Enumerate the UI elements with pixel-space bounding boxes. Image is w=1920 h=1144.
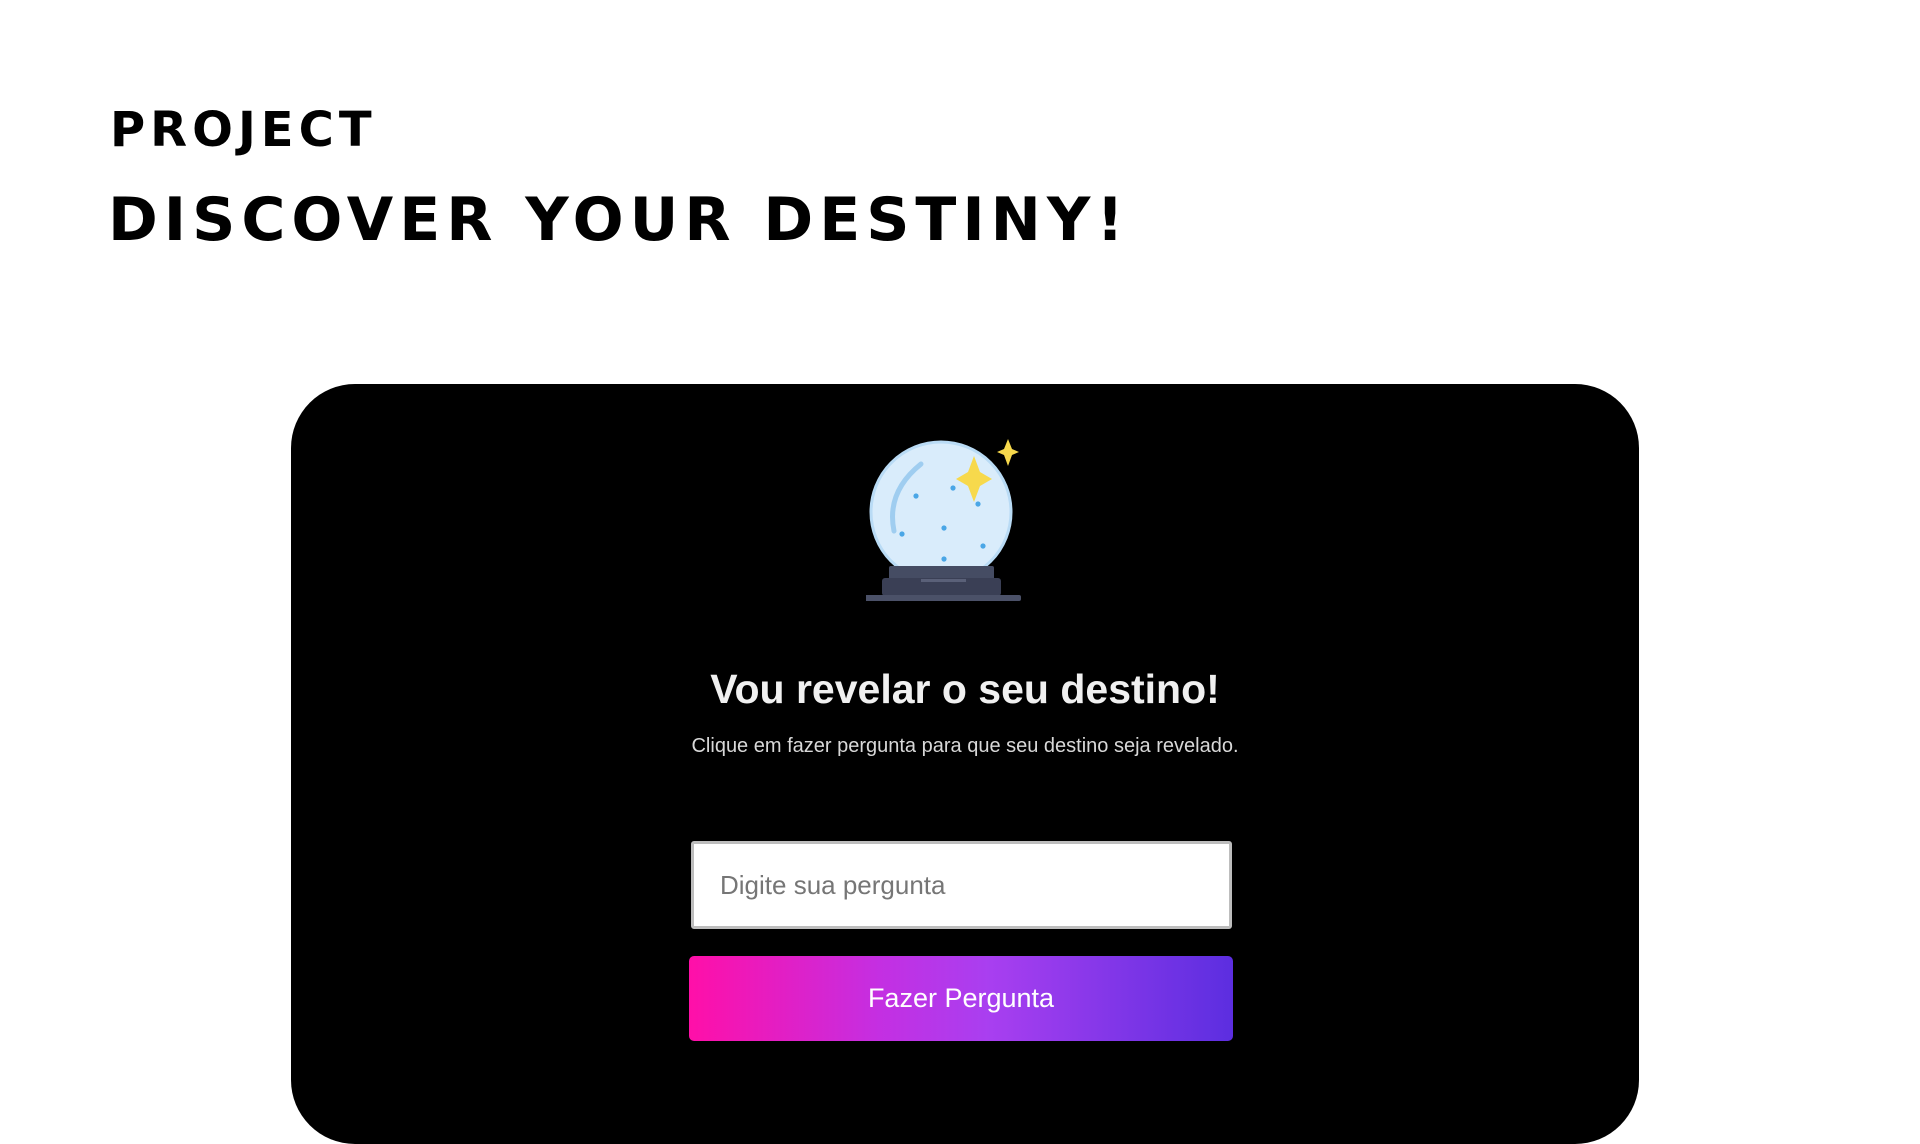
app-preview-panel: Vou revelar o seu destino! Clique em faz… — [291, 384, 1639, 1144]
ask-question-button[interactable]: Fazer Pergunta — [689, 956, 1233, 1041]
app-subtitle: Clique em fazer pergunta para que seu de… — [691, 735, 1239, 757]
page-headline: DISCOVER YOUR DESTINY! — [108, 185, 1130, 255]
crystal-ball-icon — [866, 439, 1021, 601]
project-label: PROJECT — [110, 102, 377, 158]
app-title: Vou revelar o seu destino! — [710, 666, 1220, 712]
question-input[interactable] — [691, 841, 1232, 929]
